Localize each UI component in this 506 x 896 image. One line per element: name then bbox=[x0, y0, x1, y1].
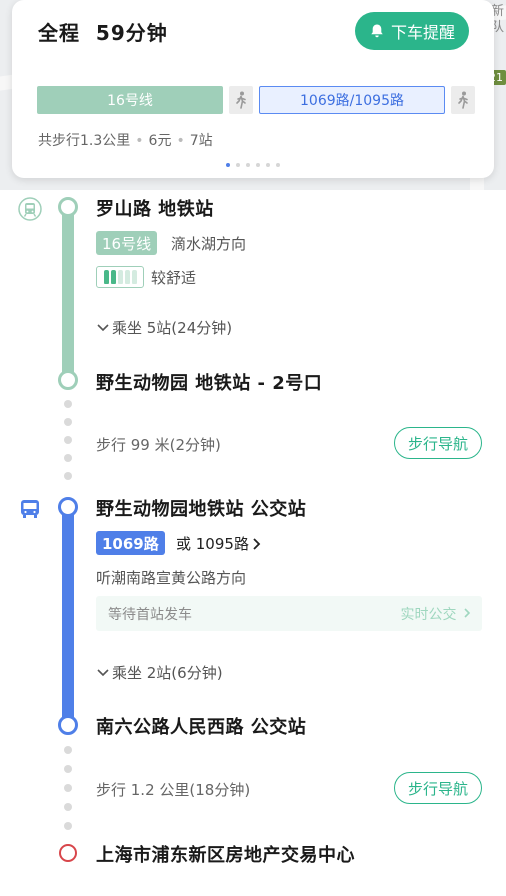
segment-metro: 16号线 bbox=[37, 86, 223, 114]
walk-dot bbox=[64, 436, 72, 444]
walk-dot bbox=[64, 472, 72, 480]
waiting-status: 等待首站发车 bbox=[108, 607, 192, 623]
bus-alternative-label: 或 1095路 bbox=[176, 535, 249, 553]
walk-dot bbox=[64, 400, 72, 408]
walk-segment-1: 步行 99 米(2分钟) bbox=[96, 436, 221, 454]
crowd-person bbox=[124, 270, 130, 284]
chevron-right-icon bbox=[464, 608, 471, 618]
segment-bus: 1069路/1095路 bbox=[259, 86, 445, 114]
pager-dot[interactable] bbox=[236, 163, 240, 167]
fare: 6元 bbox=[148, 133, 172, 149]
pager-dot[interactable] bbox=[256, 163, 260, 167]
pager-dot[interactable] bbox=[226, 163, 230, 167]
realtime-bus-link[interactable]: 实时公交 bbox=[401, 604, 472, 624]
pager-dot[interactable] bbox=[266, 163, 270, 167]
crowd-person bbox=[103, 270, 109, 284]
bus-alternative-line[interactable]: 或 1095路 bbox=[176, 533, 262, 554]
pager-dot[interactable] bbox=[246, 163, 250, 167]
bus-direction: 听潮南路宣黄公路方向 bbox=[96, 569, 247, 587]
bus-end-node bbox=[58, 715, 78, 735]
destination-name[interactable]: 上海市浦东新区房地产交易中心 bbox=[96, 841, 355, 867]
destination-node bbox=[59, 844, 77, 862]
route-meta: 共步行1.3公里 • 6元 • 7站 bbox=[38, 133, 213, 149]
walk-dot bbox=[64, 803, 72, 811]
metro-direction: 滴水湖方向 bbox=[171, 235, 247, 253]
crowd-level-icon bbox=[96, 266, 144, 288]
bus-end-stop[interactable]: 南六公路人民西路 公交站 bbox=[96, 713, 306, 739]
total-walk-distance: 共步行1.3公里 bbox=[38, 133, 131, 149]
segment-walk bbox=[229, 86, 253, 114]
walk-segment-2: 步行 1.2 公里(18分钟) bbox=[96, 781, 251, 799]
total-duration: 全程 59分钟 bbox=[38, 21, 168, 45]
metro-ride-info[interactable]: 乘坐 5站(24分钟) bbox=[96, 317, 232, 338]
metro-route-line bbox=[62, 206, 74, 380]
bus-start-stop[interactable]: 野生动物园地铁站 公交站 bbox=[96, 495, 306, 521]
bell-icon bbox=[371, 24, 383, 38]
route-summary-card[interactable]: 全程 59分钟 下车提醒 16号线 1069路/1095路 共步行1.3公里 • 6… bbox=[12, 0, 494, 178]
metro-end-node bbox=[58, 370, 78, 390]
walk-dot bbox=[64, 784, 72, 792]
metro-ride-label: 乘坐 5站(24分钟) bbox=[112, 319, 233, 337]
bus-ride-label: 乘坐 2站(6分钟) bbox=[112, 664, 223, 682]
segment-walk bbox=[451, 86, 475, 114]
walk-dot bbox=[64, 454, 72, 462]
walking-person-icon bbox=[236, 91, 246, 109]
crowd-person bbox=[117, 270, 123, 284]
walk-dot bbox=[64, 418, 72, 426]
metro-start-stop[interactable]: 罗山路 地铁站 bbox=[96, 195, 214, 221]
alight-reminder-label: 下车提醒 bbox=[390, 23, 455, 42]
walk-navigation-button[interactable]: 步行导航 bbox=[394, 427, 482, 459]
chevron-right-icon bbox=[253, 537, 261, 550]
crowd-person bbox=[131, 270, 137, 284]
pager-dot[interactable] bbox=[276, 163, 280, 167]
metro-line-tag[interactable]: 16号线 bbox=[96, 231, 158, 255]
walk-dot bbox=[64, 822, 72, 830]
metro-icon bbox=[18, 197, 42, 221]
crowd-person bbox=[110, 270, 116, 284]
chevron-down-icon bbox=[97, 323, 109, 331]
comfort-level: 较舒适 bbox=[151, 269, 197, 287]
metro-end-stop[interactable]: 野生动物园 地铁站 - 2号口 bbox=[96, 369, 322, 395]
realtime-bus-label: 实时公交 bbox=[400, 607, 457, 623]
walk-dot bbox=[64, 765, 72, 773]
walk-navigation-button[interactable]: 步行导航 bbox=[394, 772, 482, 804]
bus-icon bbox=[21, 500, 39, 518]
metro-start-node bbox=[58, 197, 78, 217]
realtime-bus-bar[interactable]: 等待首站发车 实时公交 bbox=[96, 596, 482, 631]
bus-start-node bbox=[58, 497, 78, 517]
walk-dot bbox=[64, 746, 72, 754]
station-count: 7站 bbox=[189, 133, 213, 149]
chevron-down-icon bbox=[97, 668, 109, 676]
alight-reminder-button[interactable]: 下车提醒 bbox=[355, 12, 469, 50]
walking-person-icon bbox=[458, 91, 468, 109]
plan-pager[interactable] bbox=[12, 163, 494, 167]
bus-ride-info[interactable]: 乘坐 2站(6分钟) bbox=[96, 662, 223, 683]
route-segments-bar: 16号线 1069路/1095路 bbox=[37, 86, 481, 114]
bus-line-tag[interactable]: 1069路 bbox=[96, 531, 165, 555]
bus-route-line bbox=[62, 506, 74, 724]
